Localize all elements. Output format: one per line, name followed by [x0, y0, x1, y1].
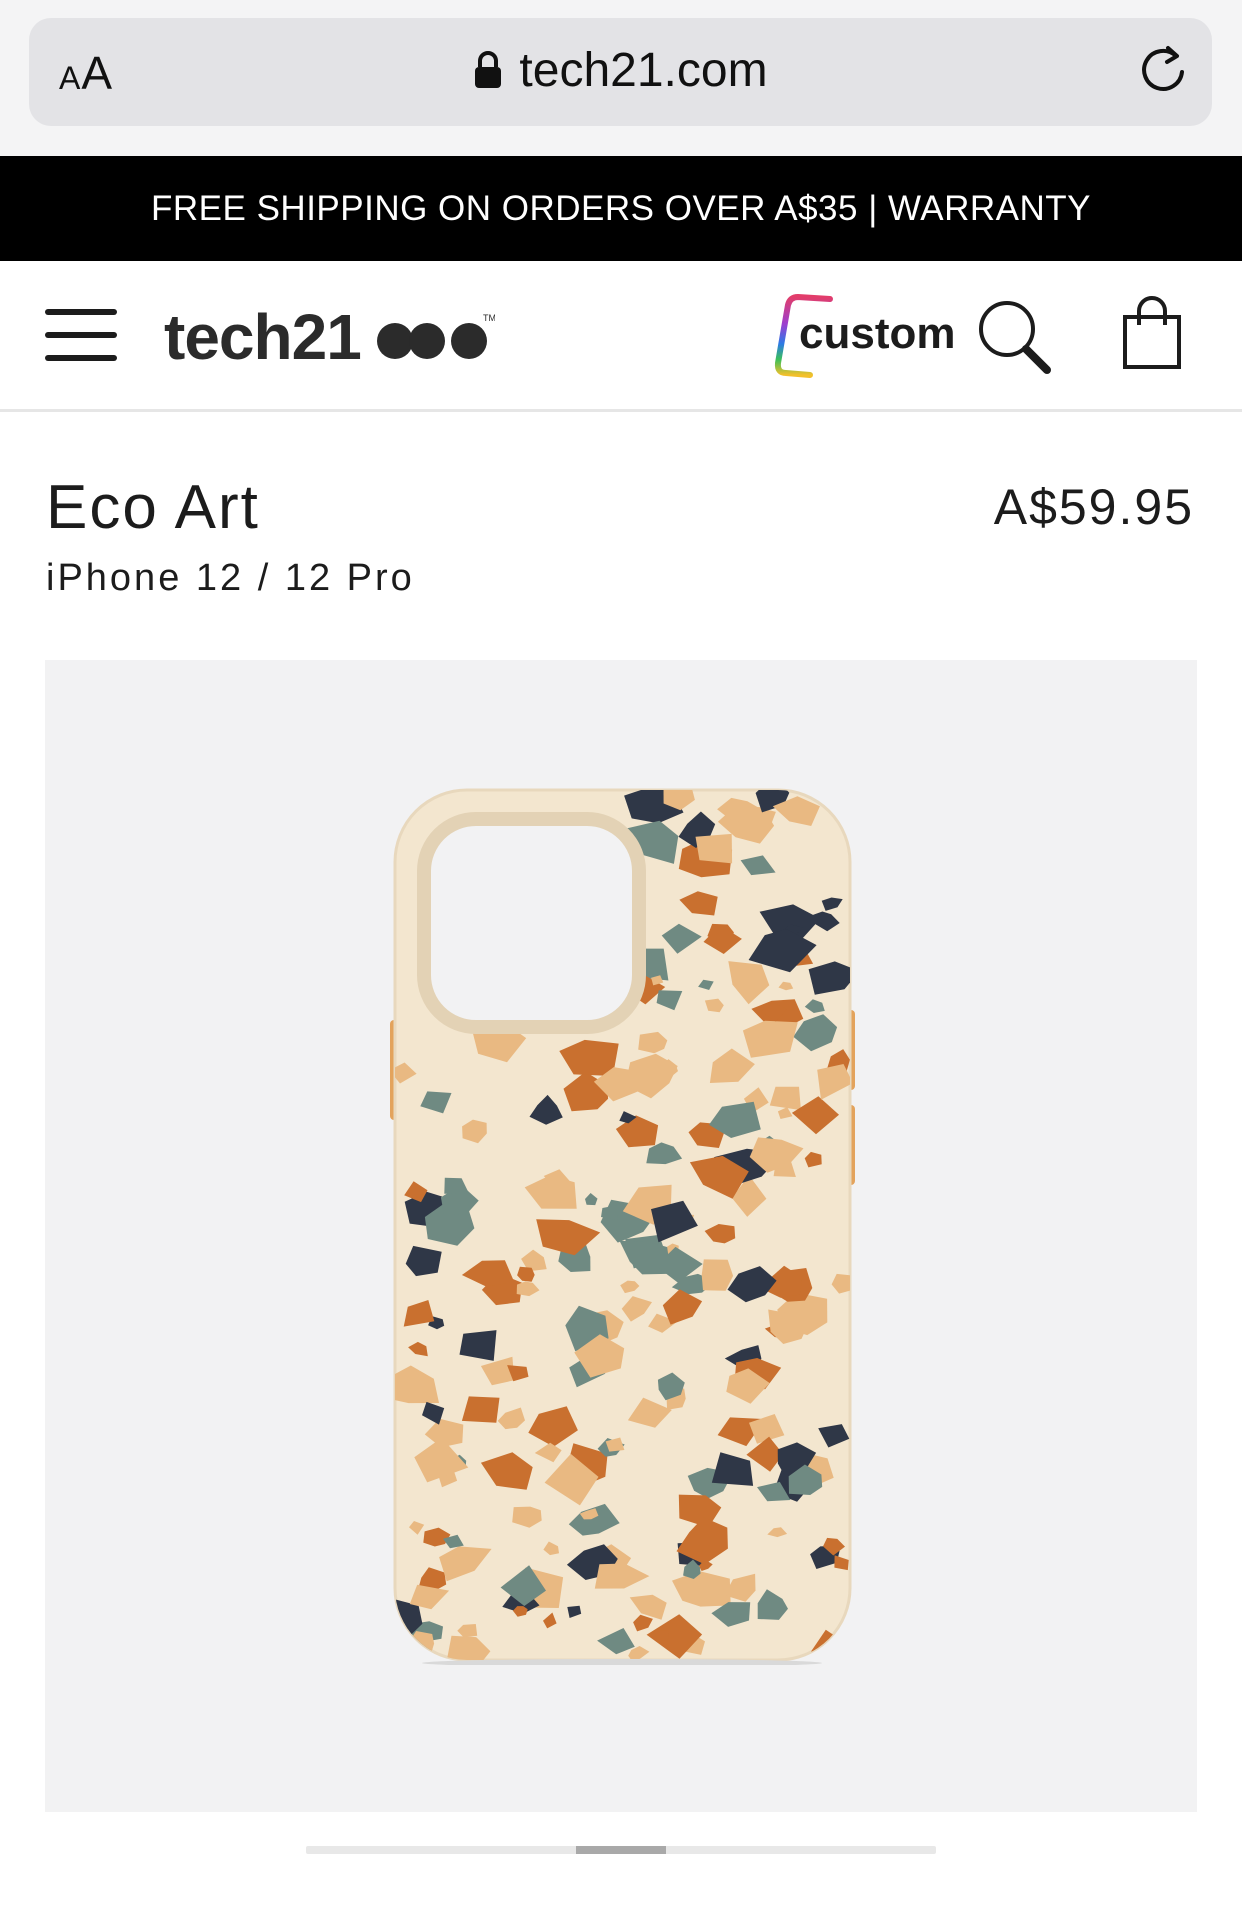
- custom-label: custom: [799, 309, 956, 358]
- address-bar[interactable]: AA tech21.com: [29, 18, 1212, 126]
- url-text: tech21.com: [519, 43, 768, 97]
- gallery-scrollbar[interactable]: [306, 1846, 936, 1854]
- site-header: tech21 TM custom: [0, 261, 1242, 412]
- product-image-gallery[interactable]: [45, 660, 1197, 1812]
- reload-icon[interactable]: [1136, 42, 1190, 98]
- promo-text: FREE SHIPPING ON ORDERS OVER A$35 | WARR…: [151, 188, 1091, 228]
- hamburger-menu-icon[interactable]: [45, 309, 117, 361]
- svg-text:TM: TM: [483, 313, 495, 323]
- url-display[interactable]: tech21.com: [29, 40, 1212, 100]
- promo-banner[interactable]: FREE SHIPPING ON ORDERS OVER A$35 | WARR…: [0, 156, 1242, 261]
- product-model: iPhone 12 / 12 Pro: [46, 557, 415, 599]
- phone-case-image[interactable]: [390, 785, 855, 1665]
- product-price: A$59.95: [993, 479, 1194, 535]
- lock-icon: [475, 51, 502, 88]
- logo-dots-icon: TM: [376, 313, 495, 359]
- terrazzo-chip: [695, 833, 733, 864]
- search-icon[interactable]: [975, 297, 1055, 377]
- site-logo[interactable]: tech21 TM: [164, 297, 495, 377]
- browser-toolbar: AA tech21.com: [0, 0, 1242, 156]
- shopping-bag-icon[interactable]: [1122, 295, 1182, 371]
- terrazzo-chip: [828, 791, 848, 804]
- gallery-scroll-thumb[interactable]: [576, 1846, 666, 1854]
- product-title: Eco Art: [46, 473, 260, 542]
- custom-link[interactable]: custom: [770, 289, 955, 381]
- logo-text: tech21: [164, 301, 362, 373]
